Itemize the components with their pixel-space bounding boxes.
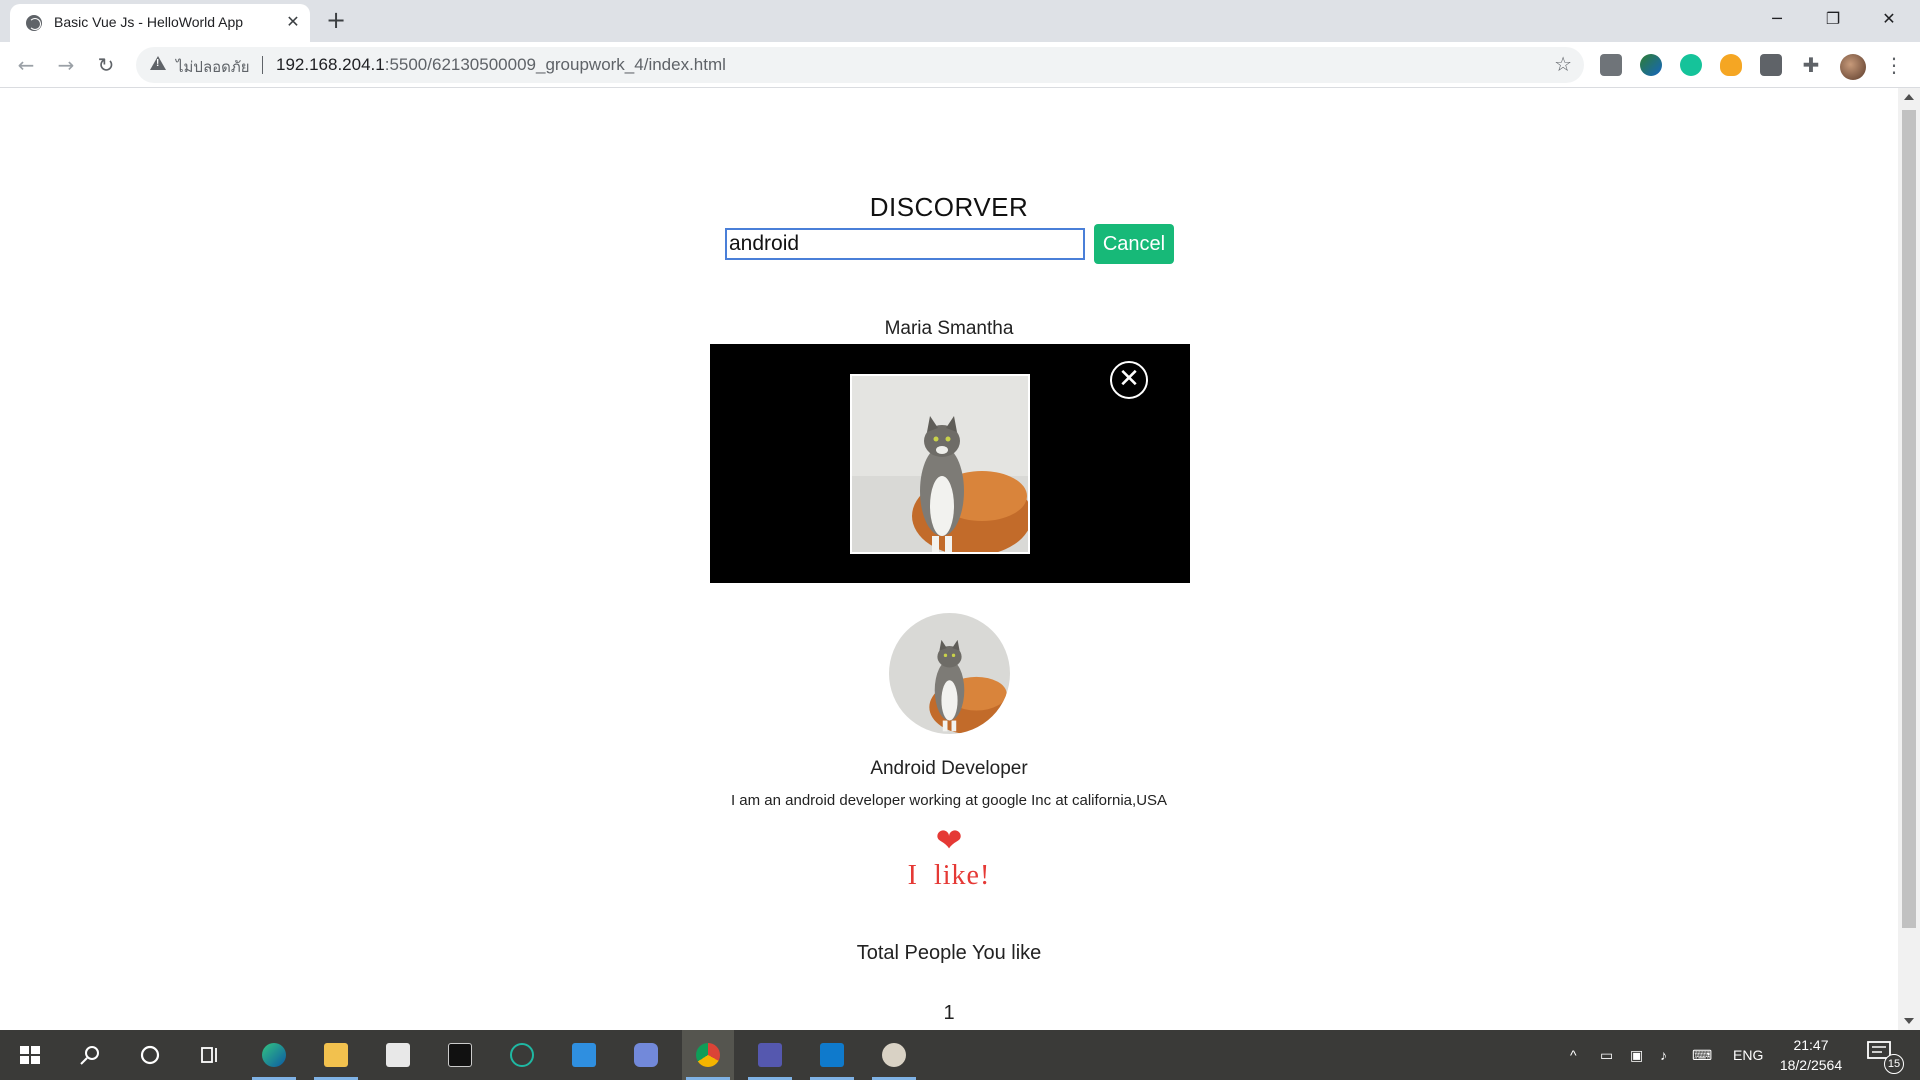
windows-logo-icon <box>20 1046 40 1064</box>
extension-flame-icon[interactable] <box>1720 54 1742 76</box>
close-window-button[interactable]: ✕ <box>1866 4 1912 34</box>
teams-icon <box>758 1043 782 1067</box>
job-title: Android Developer <box>870 758 1028 779</box>
taskbar-notion[interactable] <box>434 1030 486 1080</box>
taskbar-mail[interactable] <box>558 1030 610 1080</box>
browser-toolbar: ← → ↻ ไม่ปลอดภัย 192.168.204.1:5500/6213… <box>0 42 1920 88</box>
scroll-down-icon[interactable] <box>1904 1018 1914 1024</box>
bio-text: I am an android developer working at goo… <box>730 792 1168 809</box>
profile-avatar[interactable] <box>1840 54 1866 80</box>
tab-close-icon[interactable]: ✕ <box>282 11 304 33</box>
folder-icon <box>324 1043 348 1067</box>
discord-icon <box>634 1043 658 1067</box>
total-liked-label: Total People You like <box>856 942 1042 964</box>
minimize-button[interactable]: ─ <box>1754 4 1800 34</box>
taskbar-teams[interactable] <box>744 1030 796 1080</box>
browser-titlebar: Basic Vue Js - HelloWorld App ✕ + ─ ❐ ✕ <box>0 0 1920 42</box>
total-liked-count: 1 <box>943 1002 955 1024</box>
cat-photo-art <box>852 376 1028 552</box>
close-lightbox-icon[interactable]: ✕ <box>1110 361 1148 399</box>
taskbar-clock[interactable]: 21:47 18/2/2564 <box>1770 1035 1852 1075</box>
cortana-button[interactable] <box>124 1030 176 1080</box>
scroll-thumb[interactable] <box>1902 110 1916 928</box>
search-button[interactable] <box>64 1030 116 1080</box>
scroll-up-icon[interactable] <box>1904 94 1914 100</box>
mail-icon <box>572 1043 596 1067</box>
grammarly-icon[interactable] <box>1680 54 1702 76</box>
forward-icon[interactable]: → <box>50 49 82 81</box>
person-name: Maria Smantha <box>884 318 1014 339</box>
start-button[interactable] <box>4 1030 56 1080</box>
clock-date: 18/2/2564 <box>1779 1057 1843 1073</box>
new-tab-button[interactable]: + <box>322 7 350 35</box>
windows-taskbar: ^ ▭ ▣ ♪ ⌨ ENG 21:47 18/2/2564 15 <box>0 1030 1920 1080</box>
paint-icon <box>882 1043 906 1067</box>
taskbar-store[interactable] <box>372 1030 424 1080</box>
store-icon <box>386 1043 410 1067</box>
extension-o-icon[interactable] <box>1760 54 1782 76</box>
globe-icon <box>26 15 42 31</box>
omnibox-divider <box>262 56 263 74</box>
search-input[interactable] <box>725 228 1085 260</box>
cat-photo <box>850 374 1030 554</box>
upwork-icon <box>510 1043 534 1067</box>
tab-title: Basic Vue Js - HelloWorld App <box>54 14 244 30</box>
chrome-icon <box>696 1043 720 1067</box>
clock-time: 21:47 <box>1793 1037 1829 1053</box>
photo-lightbox: ✕ <box>710 344 1190 583</box>
profile-avatar-large <box>889 613 1010 734</box>
reload-icon[interactable]: ↻ <box>90 49 122 81</box>
notion-icon <box>448 1043 472 1067</box>
notification-center[interactable]: 15 <box>1866 1040 1904 1074</box>
insecure-label[interactable]: ไม่ปลอดภัย <box>176 55 250 79</box>
taskbar-paint[interactable] <box>868 1030 920 1080</box>
notification-badge: 15 <box>1884 1054 1904 1074</box>
taskbar-vscode[interactable] <box>806 1030 858 1080</box>
vscode-icon <box>820 1043 844 1067</box>
extension-globe-icon[interactable] <box>1640 54 1662 76</box>
warning-icon[interactable] <box>150 56 166 70</box>
edge-icon <box>262 1043 286 1067</box>
language-indicator[interactable]: ENG <box>1733 1030 1763 1080</box>
taskbar-file-explorer[interactable] <box>310 1030 362 1080</box>
url-path: :5500/62130500009_groupwork_4/index.html <box>384 55 726 74</box>
network-icon[interactable]: ▣ <box>1630 1030 1648 1080</box>
browser-tab[interactable]: Basic Vue Js - HelloWorld App ✕ <box>10 4 310 42</box>
extension-cube-icon[interactable] <box>1600 54 1622 76</box>
taskbar-discord[interactable] <box>620 1030 672 1080</box>
taskbar-upwork[interactable] <box>496 1030 548 1080</box>
task-view-icon <box>201 1047 217 1063</box>
like-label[interactable]: I like! <box>0 860 1898 892</box>
back-icon[interactable]: ← <box>10 49 42 81</box>
cortana-icon <box>140 1045 160 1065</box>
page-content: DISCORVER Cancel Maria Smantha ✕ <box>0 88 1898 1030</box>
keyboard-icon[interactable]: ⌨ <box>1692 1030 1718 1080</box>
cancel-button[interactable]: Cancel <box>1094 224 1174 264</box>
battery-icon[interactable]: ▭ <box>1600 1030 1618 1080</box>
star-icon[interactable]: ☆ <box>1554 52 1572 76</box>
more-menu-icon[interactable]: ⋮ <box>1884 54 1904 78</box>
avatar-cat-art <box>889 613 1010 734</box>
page-title: DISCORVER <box>869 192 1029 222</box>
url-text[interactable]: 192.168.204.1:5500/62130500009_groupwork… <box>276 55 726 75</box>
task-view-button[interactable] <box>184 1030 236 1080</box>
page-scrollbar[interactable] <box>1898 88 1920 1030</box>
taskbar-chrome[interactable] <box>682 1030 734 1080</box>
tray-chevron-icon[interactable]: ^ <box>1570 1030 1577 1080</box>
taskbar-edge[interactable] <box>248 1030 300 1080</box>
puzzle-icon[interactable]: ✚ <box>1800 54 1822 76</box>
heart-icon[interactable]: ❤ <box>0 824 1898 856</box>
maximize-button[interactable]: ❐ <box>1810 4 1856 34</box>
url-host: 192.168.204.1 <box>276 55 385 74</box>
volume-icon[interactable]: ♪ <box>1660 1030 1678 1080</box>
search-icon <box>80 1046 99 1065</box>
address-bar[interactable]: ไม่ปลอดภัย 192.168.204.1:5500/6213050000… <box>136 47 1584 83</box>
